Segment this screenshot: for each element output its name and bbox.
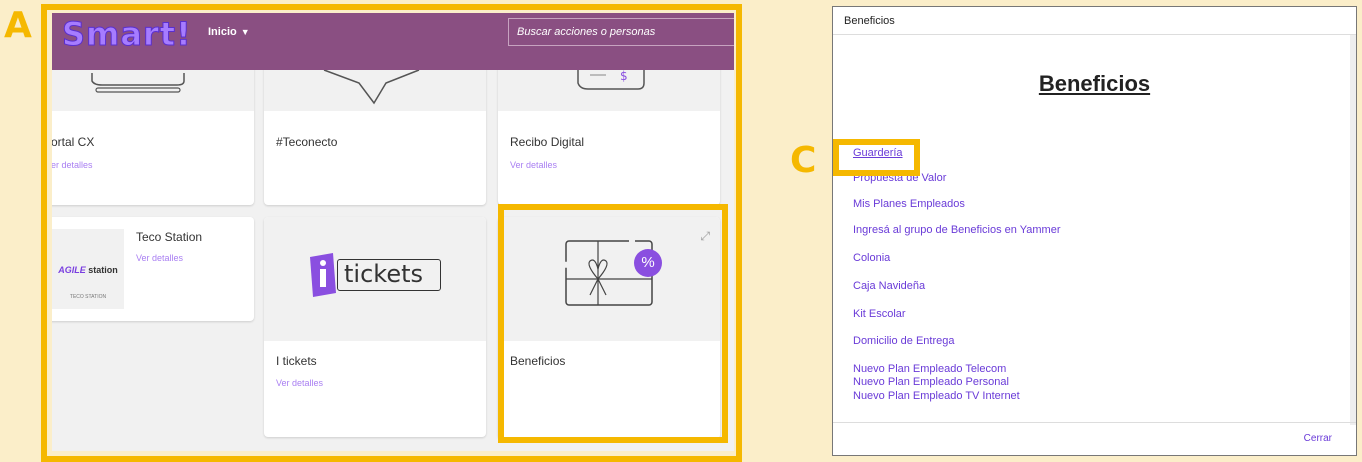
link-plan-telecom[interactable]: Nuevo Plan Empleado Telecom bbox=[853, 363, 1006, 375]
chevron-down-icon: ▼ bbox=[240, 27, 250, 37]
highlight-box-c bbox=[833, 139, 920, 176]
dialog-footer: Cerrar bbox=[833, 422, 1356, 455]
link-caja-navidena[interactable]: Caja Navideña bbox=[853, 280, 925, 292]
beneficios-dialog: Beneficios Beneficios Guardería Propuest… bbox=[832, 6, 1357, 456]
dialog-title: Beneficios bbox=[1038, 71, 1151, 96]
close-button[interactable]: Cerrar bbox=[1304, 433, 1332, 444]
link-domicilio-entrega[interactable]: Domicilio de Entrega bbox=[853, 335, 955, 347]
callout-c: C bbox=[790, 140, 817, 181]
link-colonia[interactable]: Colonia bbox=[853, 252, 890, 264]
dialog-header: Beneficios bbox=[833, 7, 1356, 35]
nav-inicio-label: Inicio bbox=[208, 26, 237, 38]
app-logo[interactable]: Smart! bbox=[62, 15, 192, 54]
search-input[interactable]: Buscar acciones o personas bbox=[508, 18, 734, 46]
link-mis-planes-empleados[interactable]: Mis Planes Empleados bbox=[853, 198, 965, 210]
link-plan-tv-internet[interactable]: Nuevo Plan Empleado TV Internet bbox=[853, 390, 1020, 402]
link-kit-escolar[interactable]: Kit Escolar bbox=[853, 308, 906, 320]
nav-inicio-menu[interactable]: Inicio ▼ bbox=[208, 26, 250, 38]
callout-a: A bbox=[4, 5, 32, 46]
link-yammer-group[interactable]: Ingresá al grupo de Beneficios en Yammer bbox=[853, 224, 1061, 236]
highlight-box-b bbox=[498, 204, 728, 443]
link-plan-personal[interactable]: Nuevo Plan Empleado Personal bbox=[853, 376, 1009, 388]
top-bar: Smart! Inicio ▼ Buscar acciones o persona… bbox=[52, 13, 734, 70]
